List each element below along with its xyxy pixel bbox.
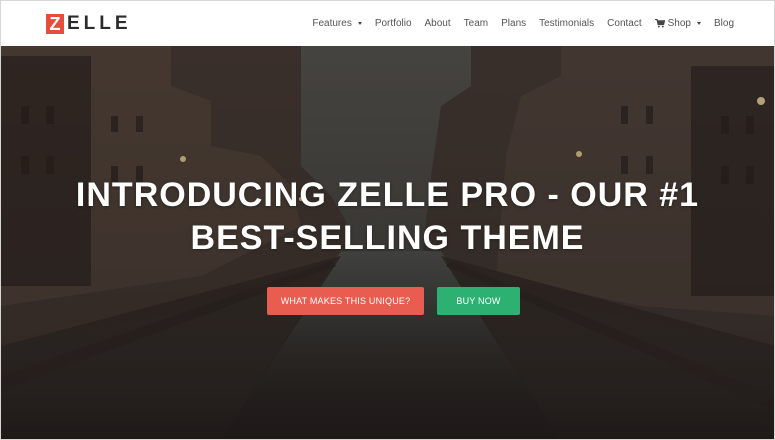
nav-label: Blog [713, 18, 734, 29]
nav-item-shop[interactable]: Shop [654, 18, 701, 29]
hero-title: INTRODUCING ZELLE PRO - OUR #1 BEST-SELL… [1, 174, 774, 260]
buy-now-button[interactable]: BUY NOW [437, 287, 520, 315]
logo-letter: Z [46, 14, 64, 34]
hero-title-line1: INTRODUCING ZELLE PRO - OUR #1 [75, 176, 700, 214]
logo-text: ELLE [67, 13, 132, 34]
nav-item-about[interactable]: About [425, 18, 451, 29]
caret-down-icon [357, 22, 362, 25]
hero-section: INTRODUCING ZELLE PRO - OUR #1 BEST-SELL… [1, 46, 774, 439]
nav-label: About [424, 18, 451, 29]
site-logo[interactable]: Z ELLE [46, 13, 132, 35]
nav-item-testimonials[interactable]: Testimonials [539, 18, 594, 29]
nav-label: Features [312, 18, 352, 29]
nav-item-team[interactable]: Team [464, 18, 488, 29]
caret-down-icon [696, 22, 701, 25]
nav-label: Shop [667, 18, 691, 29]
nav-label: Portfolio [374, 18, 412, 29]
nav-label: Plans [501, 18, 527, 29]
hero-title-line2: BEST-SELLING THEME [190, 219, 585, 257]
nav-item-features[interactable]: Features [312, 18, 362, 29]
main-nav: Features Portfolio About Team Plans Test… [299, 1, 734, 46]
nav-label: Contact [607, 18, 642, 29]
site-header: Z ELLE Features Portfolio About Team Pla… [1, 1, 774, 46]
nav-item-contact[interactable]: Contact [607, 18, 641, 29]
nav-label: Testimonials [539, 18, 595, 29]
browser-viewport: Z ELLE Features Portfolio About Team Pla… [0, 0, 775, 440]
what-makes-unique-button[interactable]: WHAT MAKES THIS UNIQUE? [267, 287, 424, 315]
nav-label: Team [463, 18, 489, 29]
nav-item-blog[interactable]: Blog [714, 18, 734, 29]
nav-item-plans[interactable]: Plans [501, 18, 526, 29]
cart-icon [654, 19, 665, 28]
nav-item-portfolio[interactable]: Portfolio [375, 18, 412, 29]
